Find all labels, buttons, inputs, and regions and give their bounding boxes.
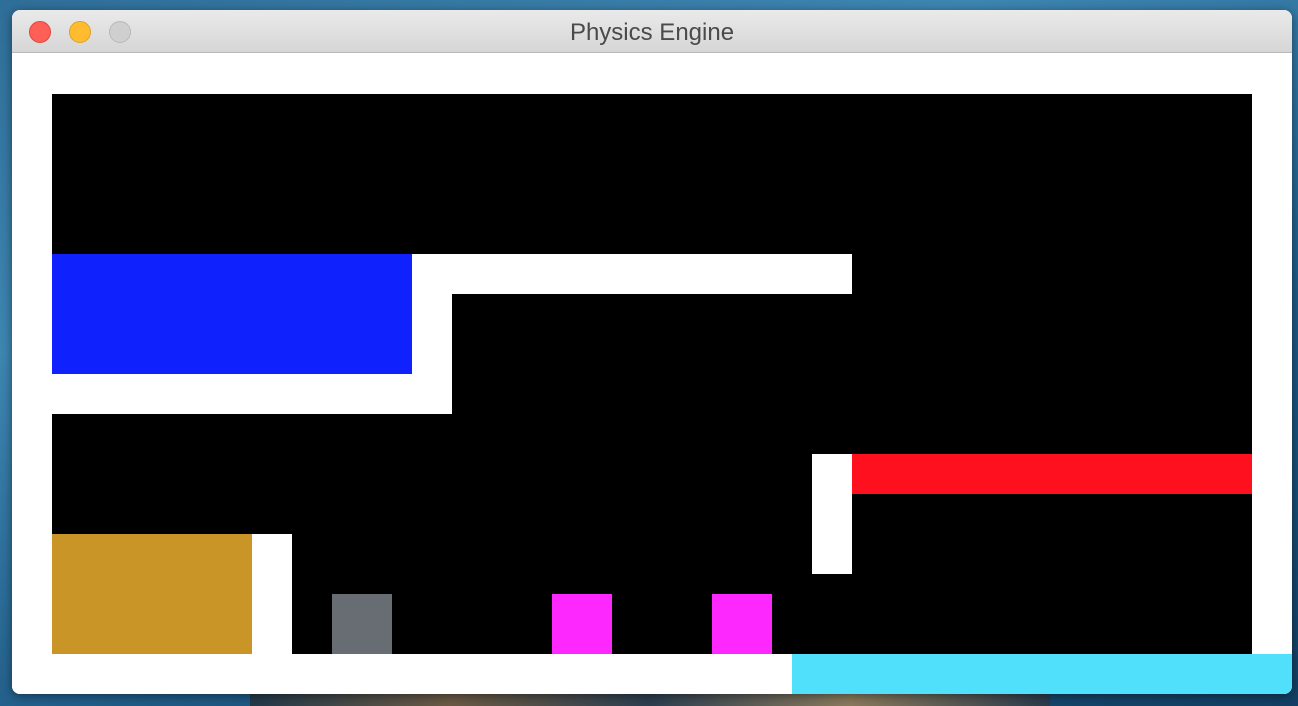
magenta-box: [712, 594, 772, 654]
red-bar: [852, 454, 1252, 494]
simulation-canvas: [12, 54, 1292, 694]
left-ledge-wall: [52, 374, 452, 414]
right-post-wall: [812, 454, 852, 574]
gray-box: [332, 594, 392, 654]
upper-left-step-wall: [412, 294, 452, 374]
magenta-box: [552, 594, 612, 654]
upper-platform-wall: [412, 254, 852, 294]
window-title: Physics Engine: [569, 19, 735, 46]
blue-zone: [52, 254, 412, 374]
app-window: Physics Engine: [12, 10, 1292, 694]
title-bar[interactable]: Physics Engine: [12, 10, 1292, 53]
cyan-zone: [792, 654, 1292, 694]
lower-divider-wall: [252, 534, 292, 654]
gold-block: [52, 534, 252, 654]
